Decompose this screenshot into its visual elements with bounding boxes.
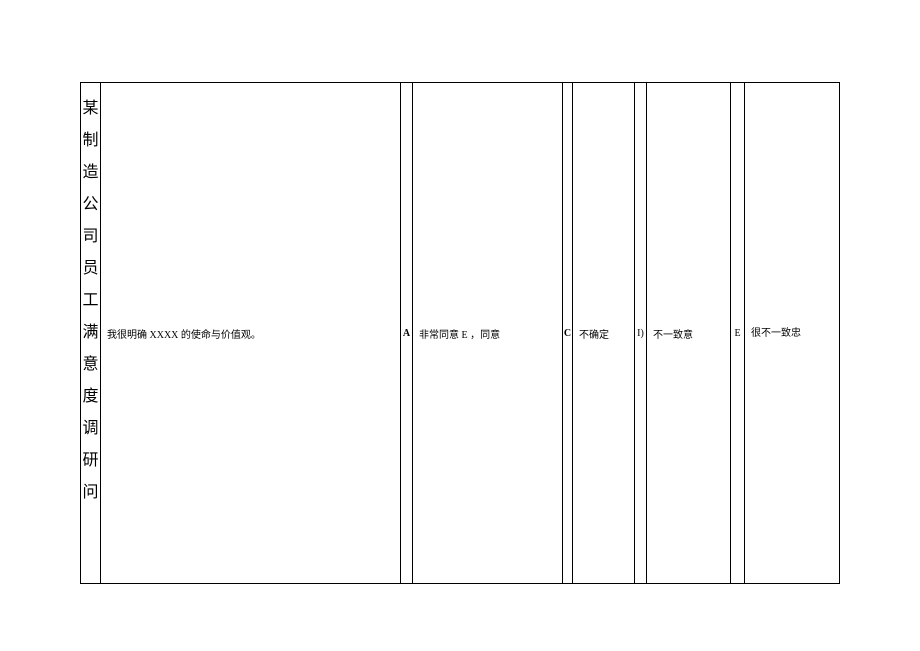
title-text: 某制造公司员工满意度调研问 (83, 93, 99, 509)
option-d-cell: 不一致意 (647, 83, 731, 583)
option-e-marker: E (734, 328, 740, 339)
survey-table: 某制造公司员工满意度调研问 我很明确 XXXX 的使命与价值观。 A 非常同意 … (80, 82, 840, 584)
option-c-marker: C (564, 328, 571, 339)
option-ab-cell: 非常同意 E ，同意 (413, 83, 563, 583)
option-d-text: 不一致意 (653, 326, 693, 341)
question-text: 我很明确 XXXX 的使命与价值观。 (107, 326, 261, 341)
option-e-cell: 很不一致忠 (745, 83, 839, 583)
option-a-marker: A (403, 328, 410, 339)
option-d-marker: I) (637, 328, 644, 339)
option-d-marker-cell: I) (635, 83, 647, 583)
option-c-marker-cell: C (563, 83, 573, 583)
question-cell: 我很明确 XXXX 的使命与价值观。 (101, 83, 401, 583)
option-c-cell: 不确定 (573, 83, 635, 583)
option-e-marker-cell: E (731, 83, 745, 583)
option-c-text: 不确定 (579, 326, 609, 341)
option-a-marker-cell: A (401, 83, 413, 583)
option-ab-text: 非常同意 E ，同意 (419, 326, 500, 341)
option-e-text: 很不一致忠 (751, 327, 801, 340)
title-column: 某制造公司员工满意度调研问 (81, 83, 101, 583)
